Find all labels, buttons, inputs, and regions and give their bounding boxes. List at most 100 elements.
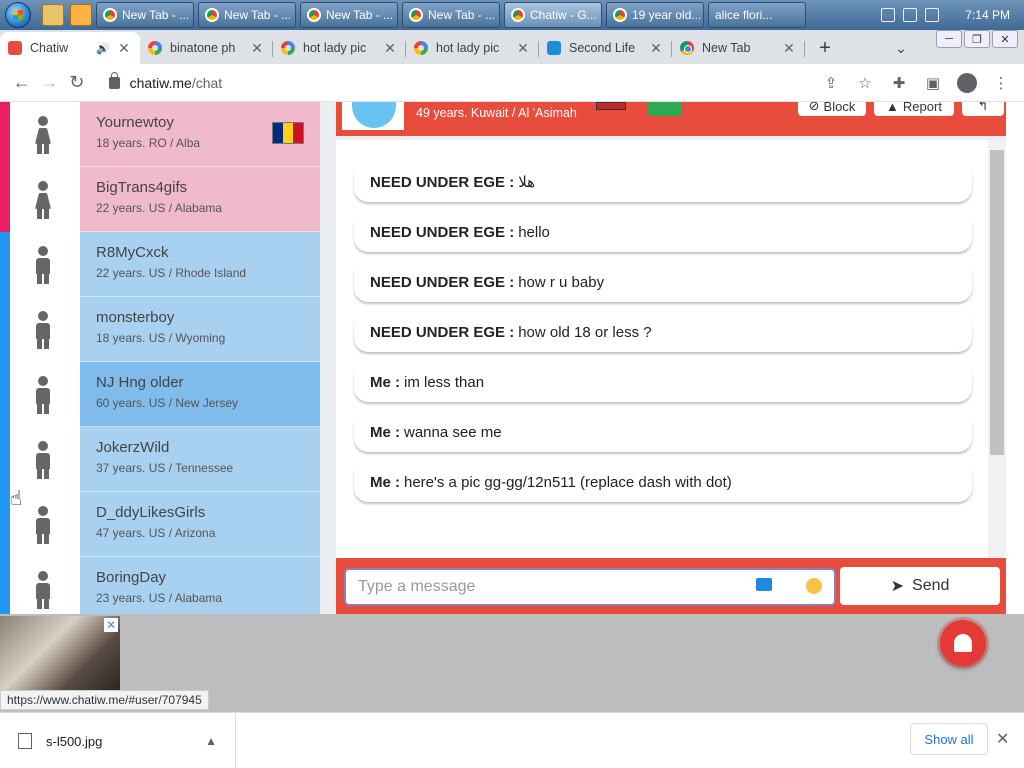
close-tab-icon[interactable]: ✕ [648,40,664,57]
lock-icon[interactable] [108,71,120,89]
chatiw-favicon-icon [8,41,22,55]
send-button[interactable]: ➤ Send [840,567,1000,605]
browser-tab-label: New Tab [702,41,751,55]
partner-avatar[interactable] [342,102,404,130]
chrome-icon [409,8,423,22]
taskbar-task-label: New Tab - ... [326,8,394,22]
clock[interactable]: 7:14 PM [965,8,1010,22]
media-player-icon[interactable] [70,4,92,26]
browser-tab[interactable]: Second Life ✕ [539,32,672,64]
user-list-item[interactable]: Yournewtoy 18 years. RO / Alba [80,102,320,167]
browser-tab[interactable]: Chatiw 🔊 ✕ [0,32,140,64]
reload-button[interactable]: ↻ [63,68,91,98]
send-label: Send [912,577,950,594]
browser-tab[interactable]: hot lady pic ✕ [273,32,406,64]
close-tab-icon[interactable]: ✕ [515,40,531,57]
user-list-item[interactable]: monsterboy 18 years. US / Wyoming [80,297,320,387]
back-button[interactable]: ← [8,68,36,98]
exit-icon: ↰ [977,102,989,113]
start-button[interactable] [0,0,36,30]
taskbar-task-label: alice flori... [715,8,773,22]
user-list-item[interactable]: JokerzWild 37 years. US / Tennessee [80,427,320,517]
user-list-item[interactable]: NJ Hng older 60 years. US / New Jersey [80,362,320,452]
ad-close-icon[interactable]: ✕ [104,618,118,632]
close-window-button[interactable]: ✕ [992,30,1018,48]
exit-chat-button[interactable]: ↰ [962,102,1004,116]
chat-message: Me : wanna see me [354,412,972,452]
network-icon[interactable] [881,8,896,22]
share-icon[interactable]: ⇪ [816,68,846,98]
block-label: Block [823,102,856,114]
flag-icon[interactable] [903,8,918,22]
username: BoringDay [96,569,167,586]
taskbar-task[interactable]: New Tab - ... [300,2,398,28]
taskbar-task[interactable]: New Tab - ... [402,2,500,28]
bell-icon [954,634,972,652]
close-tab-icon[interactable]: ✕ [249,40,265,57]
minimize-button[interactable]: ─ [936,30,962,48]
extensions-icon[interactable]: ✚ [884,68,914,98]
close-tab-icon[interactable]: ✕ [116,40,132,57]
address-bar[interactable]: chatiw.me/chat [99,68,816,98]
maximize-button[interactable]: ❐ [964,30,990,48]
block-button[interactable]: ⊘ Block [798,102,866,116]
user-list-item[interactable]: R8MyCxck 22 years. US / Rhode Island [80,232,320,322]
message-text: im less than [404,373,485,391]
browser-tab[interactable]: hot lady pic ✕ [406,32,539,64]
report-button[interactable]: ▲ Report [874,102,954,116]
taskbar-task-label: New Tab - ... [224,8,292,22]
user-list: Yournewtoy 18 years. RO / Alba BigTrans4gi… [80,102,320,614]
chat-message: NEED UNDER EGE : هلا [354,162,972,202]
taskbar-task[interactable]: Chatiw - G... [504,2,602,28]
taskbar-task[interactable]: New Tab - ... [96,2,194,28]
side-panel-icon[interactable]: ▣ [918,68,948,98]
message-text: هلا [518,174,536,191]
user-list-item[interactable]: BigTrans4gifs 22 years. US / Alabama [80,167,320,257]
chat-message: NEED UNDER EGE : how r u baby [354,262,972,302]
username: R8MyCxck [96,244,169,261]
chat-message: NEED UNDER EGE : hello [354,212,972,252]
forward-button[interactable]: → [36,68,64,98]
browser-tab[interactable]: New Tab ✕ [672,32,805,64]
ad-banner[interactable]: ✕ [0,616,120,690]
file-icon [18,733,32,749]
user-list-item[interactable]: D_ddyLikesGirls 47 years. US / Arizona [80,492,320,582]
system-tray: 7:14 PM [873,0,1024,30]
new-tab-button[interactable]: + [811,32,839,64]
video-call-icon[interactable] [648,102,682,116]
bookmark-star-icon[interactable]: ☆ [850,68,880,98]
menu-icon[interactable]: ⋮ [986,68,1016,98]
taskbar-task[interactable]: alice flori... [0,2,806,116]
audio-playing-icon[interactable]: 🔊 [96,42,110,55]
message-text: how r u baby [518,273,605,291]
chat-message: NEED UNDER EGE : how old 18 or less ? [354,312,972,352]
browser-tab-label: binatone ph [170,41,236,55]
chrome-icon [103,8,117,22]
tab-search-icon[interactable]: ⌄ [887,32,915,64]
image-upload-icon[interactable] [756,578,772,591]
download-filename: s-l500.jpg [46,733,103,749]
volume-icon[interactable] [925,8,940,22]
emoji-icon[interactable] [806,578,822,594]
user-meta: 60 years. US / New Jersey [96,396,239,410]
windows-logo-icon [5,2,31,28]
close-downloads-icon[interactable]: ✕ [996,729,1009,749]
show-all-button[interactable]: Show all [910,723,988,755]
male-person-icon [34,441,52,479]
notification-bell-button[interactable] [940,620,986,666]
kuwait-flag-icon [596,102,626,110]
close-tab-icon[interactable]: ✕ [382,40,398,57]
profile-avatar[interactable] [952,68,982,98]
google-favicon-icon [414,41,428,55]
taskbar-task[interactable]: 19 year old... [606,2,704,28]
taskbar-task[interactable]: New Tab - ... [198,2,296,28]
close-tab-icon[interactable]: ✕ [781,40,797,57]
explorer-icon[interactable] [42,4,64,26]
scrollbar-thumb[interactable] [990,150,1004,455]
username: monsterboy [96,309,175,326]
download-item[interactable]: s-l500.jpg ▲ [0,713,236,768]
message-scrollbar[interactable] [988,140,1006,558]
browser-tab[interactable]: binatone ph ✕ [140,32,273,64]
chevron-up-icon[interactable]: ▲ [205,734,217,748]
user-list-item[interactable]: BoringDay 23 years. US / Alabama [80,557,320,614]
